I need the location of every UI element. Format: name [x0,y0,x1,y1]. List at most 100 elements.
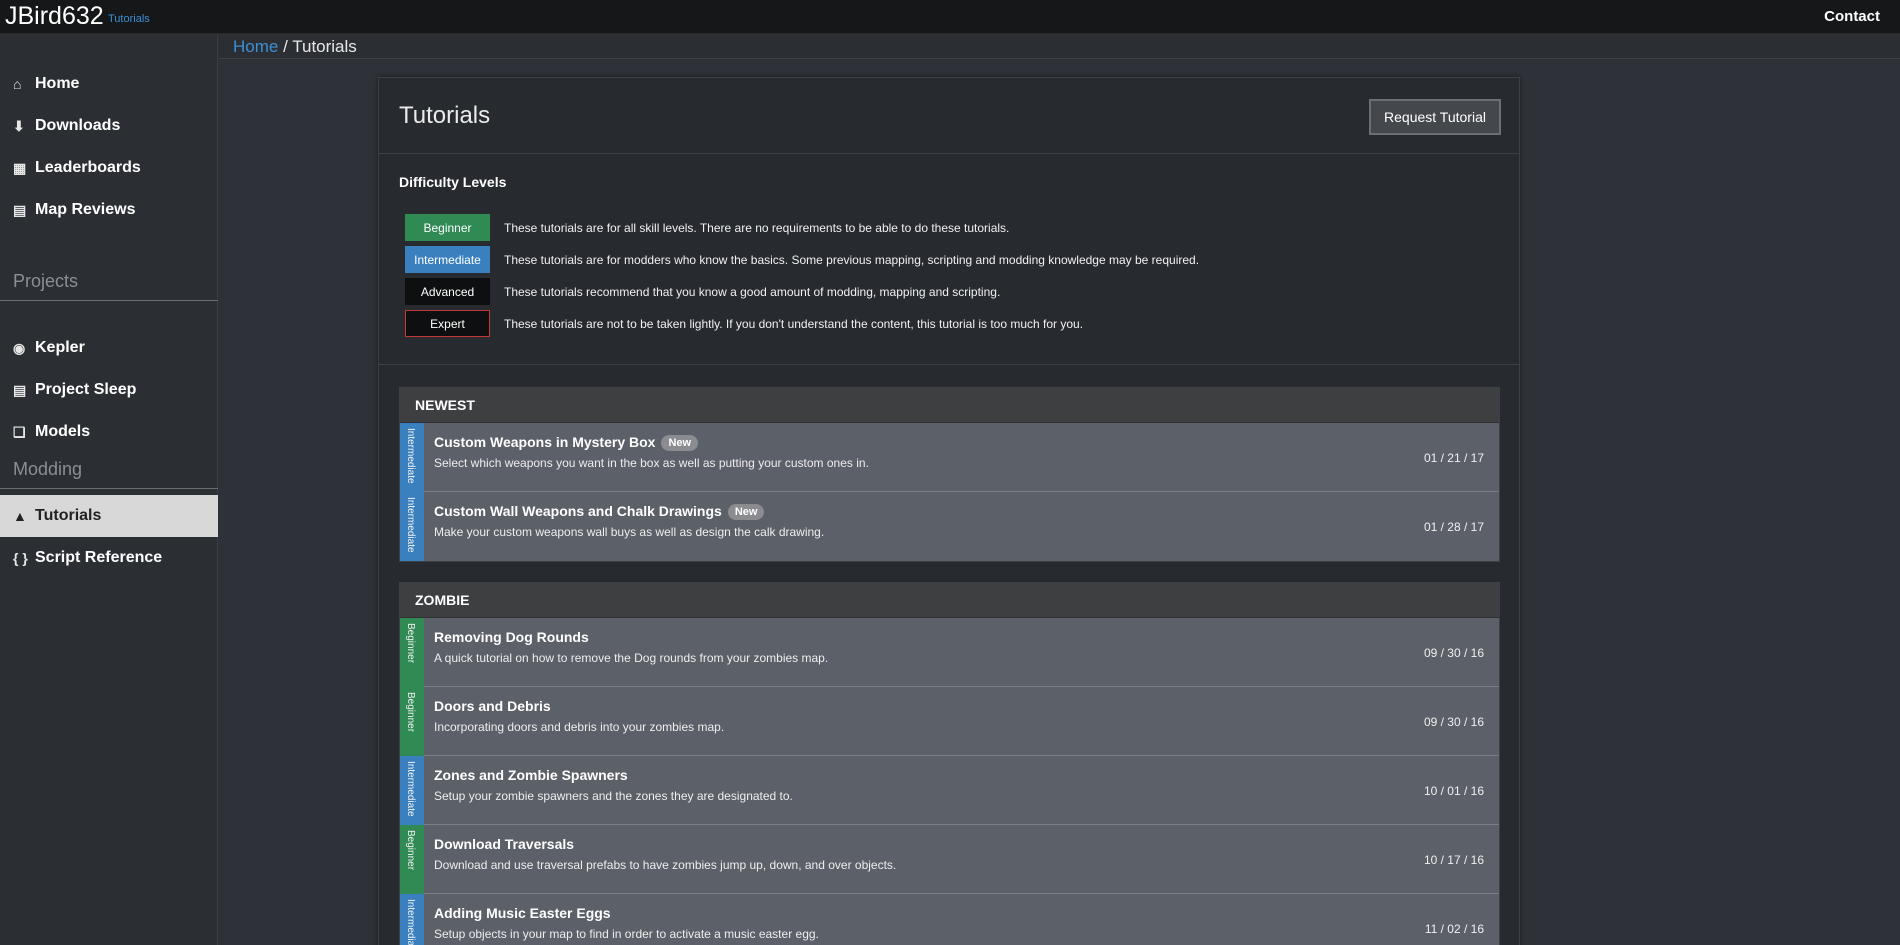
difficulty-description: These tutorials are for modders who know… [504,253,1200,267]
tutorial-row[interactable]: Intermediate Adding Music Easter Eggs Se… [400,894,1499,945]
tutorial-title-link[interactable]: Removing Dog Rounds [434,629,589,645]
page-title: Tutorials [399,102,491,129]
difficulty-stripe-label: Intermediate [405,761,416,817]
graduation-cap-icon: ▲ [13,508,27,524]
tutorial-title: Custom Weapons in Mystery Box [434,434,656,450]
tutorial-row[interactable]: Beginner Doors and Debris Incorporating … [400,687,1499,756]
sidebar-item-leaderboards[interactable]: ▦ Leaderboards [0,147,218,189]
difficulty-stripe-label: Beginner [405,830,416,871]
tutorial-description: Setup objects in your map to find in ord… [434,927,819,941]
tutorial-date: 01 / 21 / 17 [1423,451,1484,465]
sidebar: ⌂ Home ⬇ Downloads ▦ Leaderboards ▤ Map … [0,35,218,945]
divider [379,364,1519,365]
category-title: NEWEST [400,388,1499,423]
breadcrumb-current: Tutorials [292,37,357,56]
sidebar-item-downloads[interactable]: ⬇ Downloads [0,105,218,147]
breadcrumb-home-link[interactable]: Home [233,37,278,56]
difficulty-badge: Intermediate [405,246,490,273]
tutorial-date: 01 / 28 / 17 [1423,520,1484,534]
difficulty-stripe: Intermediate [400,492,424,561]
tutorial-description: Make your custom weapons wall buys as we… [434,525,825,539]
difficulty-description: These tutorials are for all skill levels… [504,221,1010,235]
difficulty-stripe: Intermediate [400,894,424,945]
tutorial-title: Custom Wall Weapons and Chalk Drawings [434,503,722,519]
tutorial-description: A quick tutorial on how to remove the Do… [434,651,829,665]
tutorial-row[interactable]: Beginner Download Traversals Download an… [400,825,1499,894]
tutorial-description: Setup your zombie spawners and the zones… [434,789,793,803]
sidebar-item-label: Kepler [35,339,85,356]
bed-icon: ▤ [13,381,27,398]
difficulty-stripe-label: Beginner [405,692,416,733]
difficulty-row-expert: Expert These tutorials are not to be tak… [405,310,1405,338]
new-badge: New [727,504,765,520]
difficulty-stripe-label: Intermediate [405,428,416,484]
tutorial-title-link[interactable]: Adding Music Easter Eggs [434,905,611,921]
tutorial-date: 11 / 02 / 16 [1424,922,1484,936]
sidebar-item-label: Project Sleep [35,381,137,398]
difficulty-stripe-label: Intermediate [405,899,416,945]
sidebar-item-kepler[interactable]: ◉ Kepler [0,327,218,369]
tutorial-row[interactable]: Beginner Removing Dog Rounds A quick tut… [400,618,1499,687]
contact-link[interactable]: Contact [1824,8,1880,25]
difficulty-stripe: Beginner [400,687,424,756]
difficulty-stripe-label: Beginner [405,623,416,664]
difficulty-stripe-label: Intermediate [405,497,416,553]
breadcrumb: Home / Tutorials [219,35,1900,59]
sidebar-item-label: Home [35,75,80,92]
difficulty-stripe: Intermediate [400,756,424,825]
difficulty-row-intermediate: Intermediate These tutorials are for mod… [405,246,1405,274]
sidebar-item-script-reference[interactable]: { } Script Reference [0,537,218,579]
request-tutorial-button[interactable]: Request Tutorial [1369,99,1501,135]
tutorial-date: 09 / 30 / 16 [1423,646,1484,660]
panel-header: Tutorials Request Tutorial [379,78,1519,154]
cube-icon: ❏ [13,423,26,440]
tutorial-row[interactable]: Intermediate Custom Wall Weapons and Cha… [400,492,1499,561]
divider [0,488,218,489]
globe-icon: ◉ [13,339,26,356]
tutorial-title-link[interactable]: Custom Weapons in Mystery Box New [434,434,699,451]
category-newest: NEWEST Intermediate Custom Weapons in My… [399,387,1500,562]
difficulty-row-beginner: Beginner These tutorials are for all ski… [405,214,1405,242]
home-icon: ⌂ [13,76,22,92]
braces-icon: { } [13,550,28,566]
sidebar-item-label: Map Reviews [35,201,136,218]
difficulty-stripe: Beginner [400,618,424,687]
breadcrumb-separator: / [278,37,293,56]
sidebar-item-map-reviews[interactable]: ▤ Map Reviews [0,189,218,231]
category-zombie: ZOMBIE Beginner Removing Dog Rounds A qu… [399,582,1500,945]
difficulty-badge: Advanced [405,278,490,305]
sidebar-item-models[interactable]: ❏ Models [0,411,218,453]
table-icon: ▦ [13,159,27,176]
tutorial-row[interactable]: Intermediate Custom Weapons in Mystery B… [400,423,1499,492]
brand-subtitle[interactable]: Tutorials [108,13,150,25]
difficulty-description: These tutorials recommend that you know … [504,285,1001,299]
difficulty-stripe: Beginner [400,825,424,894]
sidebar-item-home[interactable]: ⌂ Home [0,63,218,105]
top-bar: JBird632 Tutorials Contact [0,0,1900,34]
difficulty-badge: Beginner [405,214,490,241]
tutorial-title-link[interactable]: Custom Wall Weapons and Chalk Drawings Ne… [434,503,765,520]
tutorial-description: Incorporating doors and debris into your… [434,720,725,734]
section-title-modding: Modding [13,459,83,479]
tutorial-date: 09 / 30 / 16 [1423,715,1484,729]
sidebar-item-label: Tutorials [35,507,102,524]
sidebar-item-label: Script Reference [35,549,163,566]
sidebar-item-project-sleep[interactable]: ▤ Project Sleep [0,369,218,411]
tutorial-row[interactable]: Intermediate Zones and Zombie Spawners S… [400,756,1499,825]
brand-logo-link[interactable]: JBird632 [5,2,104,31]
tutorial-date: 10 / 01 / 16 [1423,784,1484,798]
download-icon: ⬇ [13,117,25,134]
sidebar-item-label: Leaderboards [35,159,141,176]
new-badge: New [661,435,699,451]
sidebar-item-label: Downloads [35,117,121,134]
tutorial-description: Download and use traversal prefabs to ha… [434,858,897,872]
tutorials-panel: Tutorials Request Tutorial Difficulty Le… [378,77,1520,945]
section-title-projects: Projects [13,271,79,291]
difficulty-row-advanced: Advanced These tutorials recommend that … [405,278,1405,306]
tutorial-title-link[interactable]: Doors and Debris [434,698,551,714]
difficulty-description: These tutorials are not to be taken ligh… [504,317,1084,331]
tutorial-title-link[interactable]: Zones and Zombie Spawners [434,767,628,783]
tutorial-title-link[interactable]: Download Traversals [434,836,574,852]
divider [0,300,218,301]
sidebar-item-tutorials[interactable]: ▲ Tutorials [0,495,218,537]
